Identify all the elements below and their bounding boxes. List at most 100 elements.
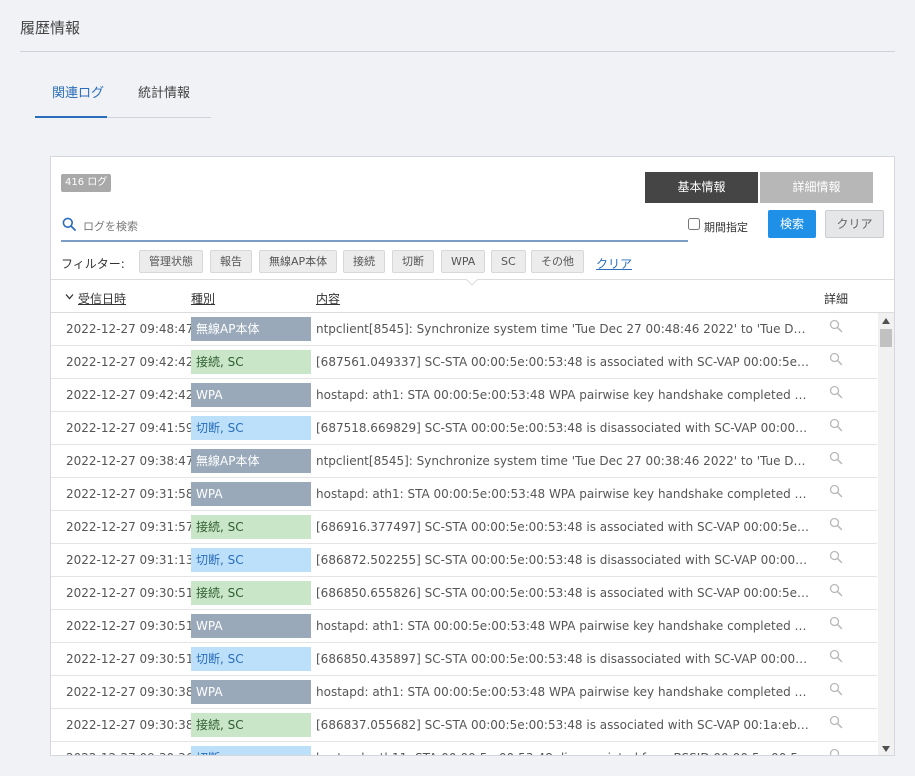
period-checkbox[interactable]: [688, 218, 700, 230]
row-received-time: 2022-12-27 09:31:58: [66, 487, 194, 501]
table-row[interactable]: 2022-12-27 09:31:13 切断, SC [686872.502255]…: [51, 544, 877, 577]
magnifier-icon[interactable]: [829, 418, 843, 432]
row-received-time: 2022-12-27 09:31:57: [66, 520, 194, 534]
page-title: 履歴情報: [20, 19, 81, 37]
row-content: [686850.655826] SC-STA 00:00:5e:00:53:48…: [316, 586, 811, 600]
clear-button[interactable]: クリア: [825, 210, 884, 238]
filter-chip-wpa[interactable]: WPA: [441, 250, 486, 273]
table-row[interactable]: 2022-12-27 09:30:51 WPA hostapd: ath1: STA…: [51, 610, 877, 643]
table-scrollbar[interactable]: [878, 313, 894, 755]
row-type-badge: 切断, SC: [191, 647, 311, 671]
scroll-up-icon[interactable]: [881, 317, 891, 325]
column-header-time[interactable]: 受信日時: [78, 290, 126, 307]
row-received-time: 2022-12-27 09:38:47: [66, 454, 194, 468]
row-type-badge: 切断: [191, 746, 311, 755]
column-header-type[interactable]: 種別: [191, 290, 215, 307]
tab-active-indicator: [35, 116, 107, 118]
row-received-time: 2022-12-27 09:31:13: [66, 553, 194, 567]
table-row[interactable]: 2022-12-27 09:42:42 WPA hostapd: ath1: STA…: [51, 379, 877, 412]
row-content: ntpclient[8545]: Synchronize system time…: [316, 454, 811, 468]
filter-pointer: [466, 279, 478, 286]
column-header-content[interactable]: 内容: [316, 290, 340, 307]
filter-chip-other[interactable]: その他: [531, 250, 584, 273]
row-received-time: 2022-12-27 09:30:51: [66, 619, 194, 633]
table-row[interactable]: 2022-12-27 09:41:59 切断, SC [687518.669829]…: [51, 412, 877, 445]
row-content: [687518.669829] SC-STA 00:00:5e:00:53:48…: [316, 421, 811, 435]
row-content: [686837.055682] SC-STA 00:00:5e:00:53:48…: [316, 718, 811, 732]
table-row[interactable]: 2022-12-27 09:42:42 接続, SC [687561.049337]…: [51, 346, 877, 379]
tab-statistics[interactable]: 統計情報: [138, 82, 190, 101]
row-received-time: 2022-12-27 09:30:38: [66, 685, 194, 699]
filter-chip-report[interactable]: 報告: [210, 250, 252, 273]
magnifier-icon[interactable]: [829, 385, 843, 399]
magnifier-icon[interactable]: [829, 319, 843, 333]
log-search-input[interactable]: [83, 215, 683, 237]
row-type-badge: 無線AP本体: [191, 317, 311, 341]
tab-related-logs[interactable]: 関連ログ: [52, 82, 104, 101]
row-content: [686872.502255] SC-STA 00:00:5e:00:53:48…: [316, 553, 811, 567]
magnifier-icon[interactable]: [829, 583, 843, 597]
row-received-time: 2022-12-27 09:48:47: [66, 322, 194, 336]
magnifier-icon[interactable]: [829, 517, 843, 531]
magnifier-icon[interactable]: [829, 484, 843, 498]
table-row[interactable]: 2022-12-27 09:48:47 無線AP本体 ntpclient[8545]…: [51, 313, 877, 346]
filter-label: フィルター:: [61, 257, 125, 271]
detail-view-button[interactable]: 詳細情報: [760, 172, 873, 203]
scroll-thumb[interactable]: [880, 329, 892, 347]
row-received-time: 2022-12-27 09:30:36: [66, 751, 193, 755]
row-type-badge: 切断, SC: [191, 416, 311, 440]
row-type-badge: WPA: [191, 614, 311, 638]
row-content: hostapd: ath1: STA 00:00:5e:00:53:48 WPA…: [316, 487, 811, 501]
row-received-time: 2022-12-27 09:41:59: [66, 421, 194, 435]
magnifier-icon[interactable]: [829, 748, 843, 756]
tab-bar: 関連ログ 統計情報: [35, 80, 211, 118]
row-received-time: 2022-12-27 09:30:51: [66, 652, 194, 666]
table-row[interactable]: 2022-12-27 09:31:57 接続, SC [686916.377497]…: [51, 511, 877, 544]
title-divider: [20, 51, 895, 52]
filter-clear-link[interactable]: クリア: [596, 255, 632, 272]
basic-view-button[interactable]: 基本情報: [645, 172, 758, 203]
row-type-badge: 接続, SC: [191, 515, 311, 539]
filter-chip-disconnect[interactable]: 切断: [392, 250, 434, 273]
search-button[interactable]: 検索: [768, 210, 816, 238]
table-row[interactable]: 2022-12-27 09:30:51 接続, SC [686850.655826]…: [51, 577, 877, 610]
table-row[interactable]: 2022-12-27 09:38:47 無線AP本体 ntpclient[8545]…: [51, 445, 877, 478]
magnifier-icon[interactable]: [829, 451, 843, 465]
filter-chip-ap-unit[interactable]: 無線AP本体: [259, 250, 338, 273]
magnifier-icon[interactable]: [829, 715, 843, 729]
row-content: ntpclient[8545]: Synchronize system time…: [316, 322, 811, 336]
row-type-badge: 無線AP本体: [191, 449, 311, 473]
row-content: [686850.435897] SC-STA 00:00:5e:00:53:48…: [316, 652, 811, 666]
row-received-time: 2022-12-27 09:42:42: [66, 355, 194, 369]
row-received-time: 2022-12-27 09:42:42: [66, 388, 194, 402]
search-icon: [62, 217, 76, 231]
row-type-badge: 切断, SC: [191, 548, 311, 572]
row-type-badge: WPA: [191, 482, 311, 506]
magnifier-icon[interactable]: [829, 649, 843, 663]
row-content: hostapd: ath1: STA 00:00:5e:00:53:48 WPA…: [316, 388, 811, 402]
log-panel: 416 ログ 基本情報 詳細情報 期間指定 検索 クリア フィルター: 管理状態…: [50, 156, 895, 756]
row-received-time: 2022-12-27 09:30:51: [66, 586, 194, 600]
magnifier-icon[interactable]: [829, 682, 843, 696]
filter-chip-sc[interactable]: SC: [491, 250, 526, 273]
row-received-time: 2022-12-27 09:30:38: [66, 718, 194, 732]
table-row[interactable]: 2022-12-27 09:31:58 WPA hostapd: ath1: STA…: [51, 478, 877, 511]
search-input-underline: [61, 240, 688, 242]
filter-chip-connect[interactable]: 接続: [343, 250, 385, 273]
row-type-badge: 接続, SC: [191, 581, 311, 605]
column-header-detail: 詳細: [824, 292, 849, 306]
row-type-badge: WPA: [191, 680, 311, 704]
chevron-down-icon[interactable]: [65, 292, 74, 301]
row-type-badge: WPA: [191, 383, 311, 407]
table-row[interactable]: 2022-12-27 09:30:38 WPA hostapd: ath1: STA…: [51, 676, 877, 709]
table-row[interactable]: 2022-12-27 09:30:51 切断, SC [686850.435897]…: [51, 643, 877, 676]
table-row[interactable]: 2022-12-27 09:30:36切断 hostapd: ath11: STA…: [51, 742, 877, 756]
magnifier-icon[interactable]: [829, 352, 843, 366]
table-row[interactable]: 2022-12-27 09:30:38 接続, SC [686837.055682]…: [51, 709, 877, 742]
filter-chip-admin-status[interactable]: 管理状態: [139, 250, 203, 273]
row-content: hostapd: ath1: STA 00:00:5e:00:53:48 WPA…: [316, 685, 811, 699]
scroll-down-icon[interactable]: [881, 745, 891, 753]
magnifier-icon[interactable]: [829, 550, 843, 564]
row-type-badge: 接続, SC: [191, 350, 311, 374]
magnifier-icon[interactable]: [829, 616, 843, 630]
